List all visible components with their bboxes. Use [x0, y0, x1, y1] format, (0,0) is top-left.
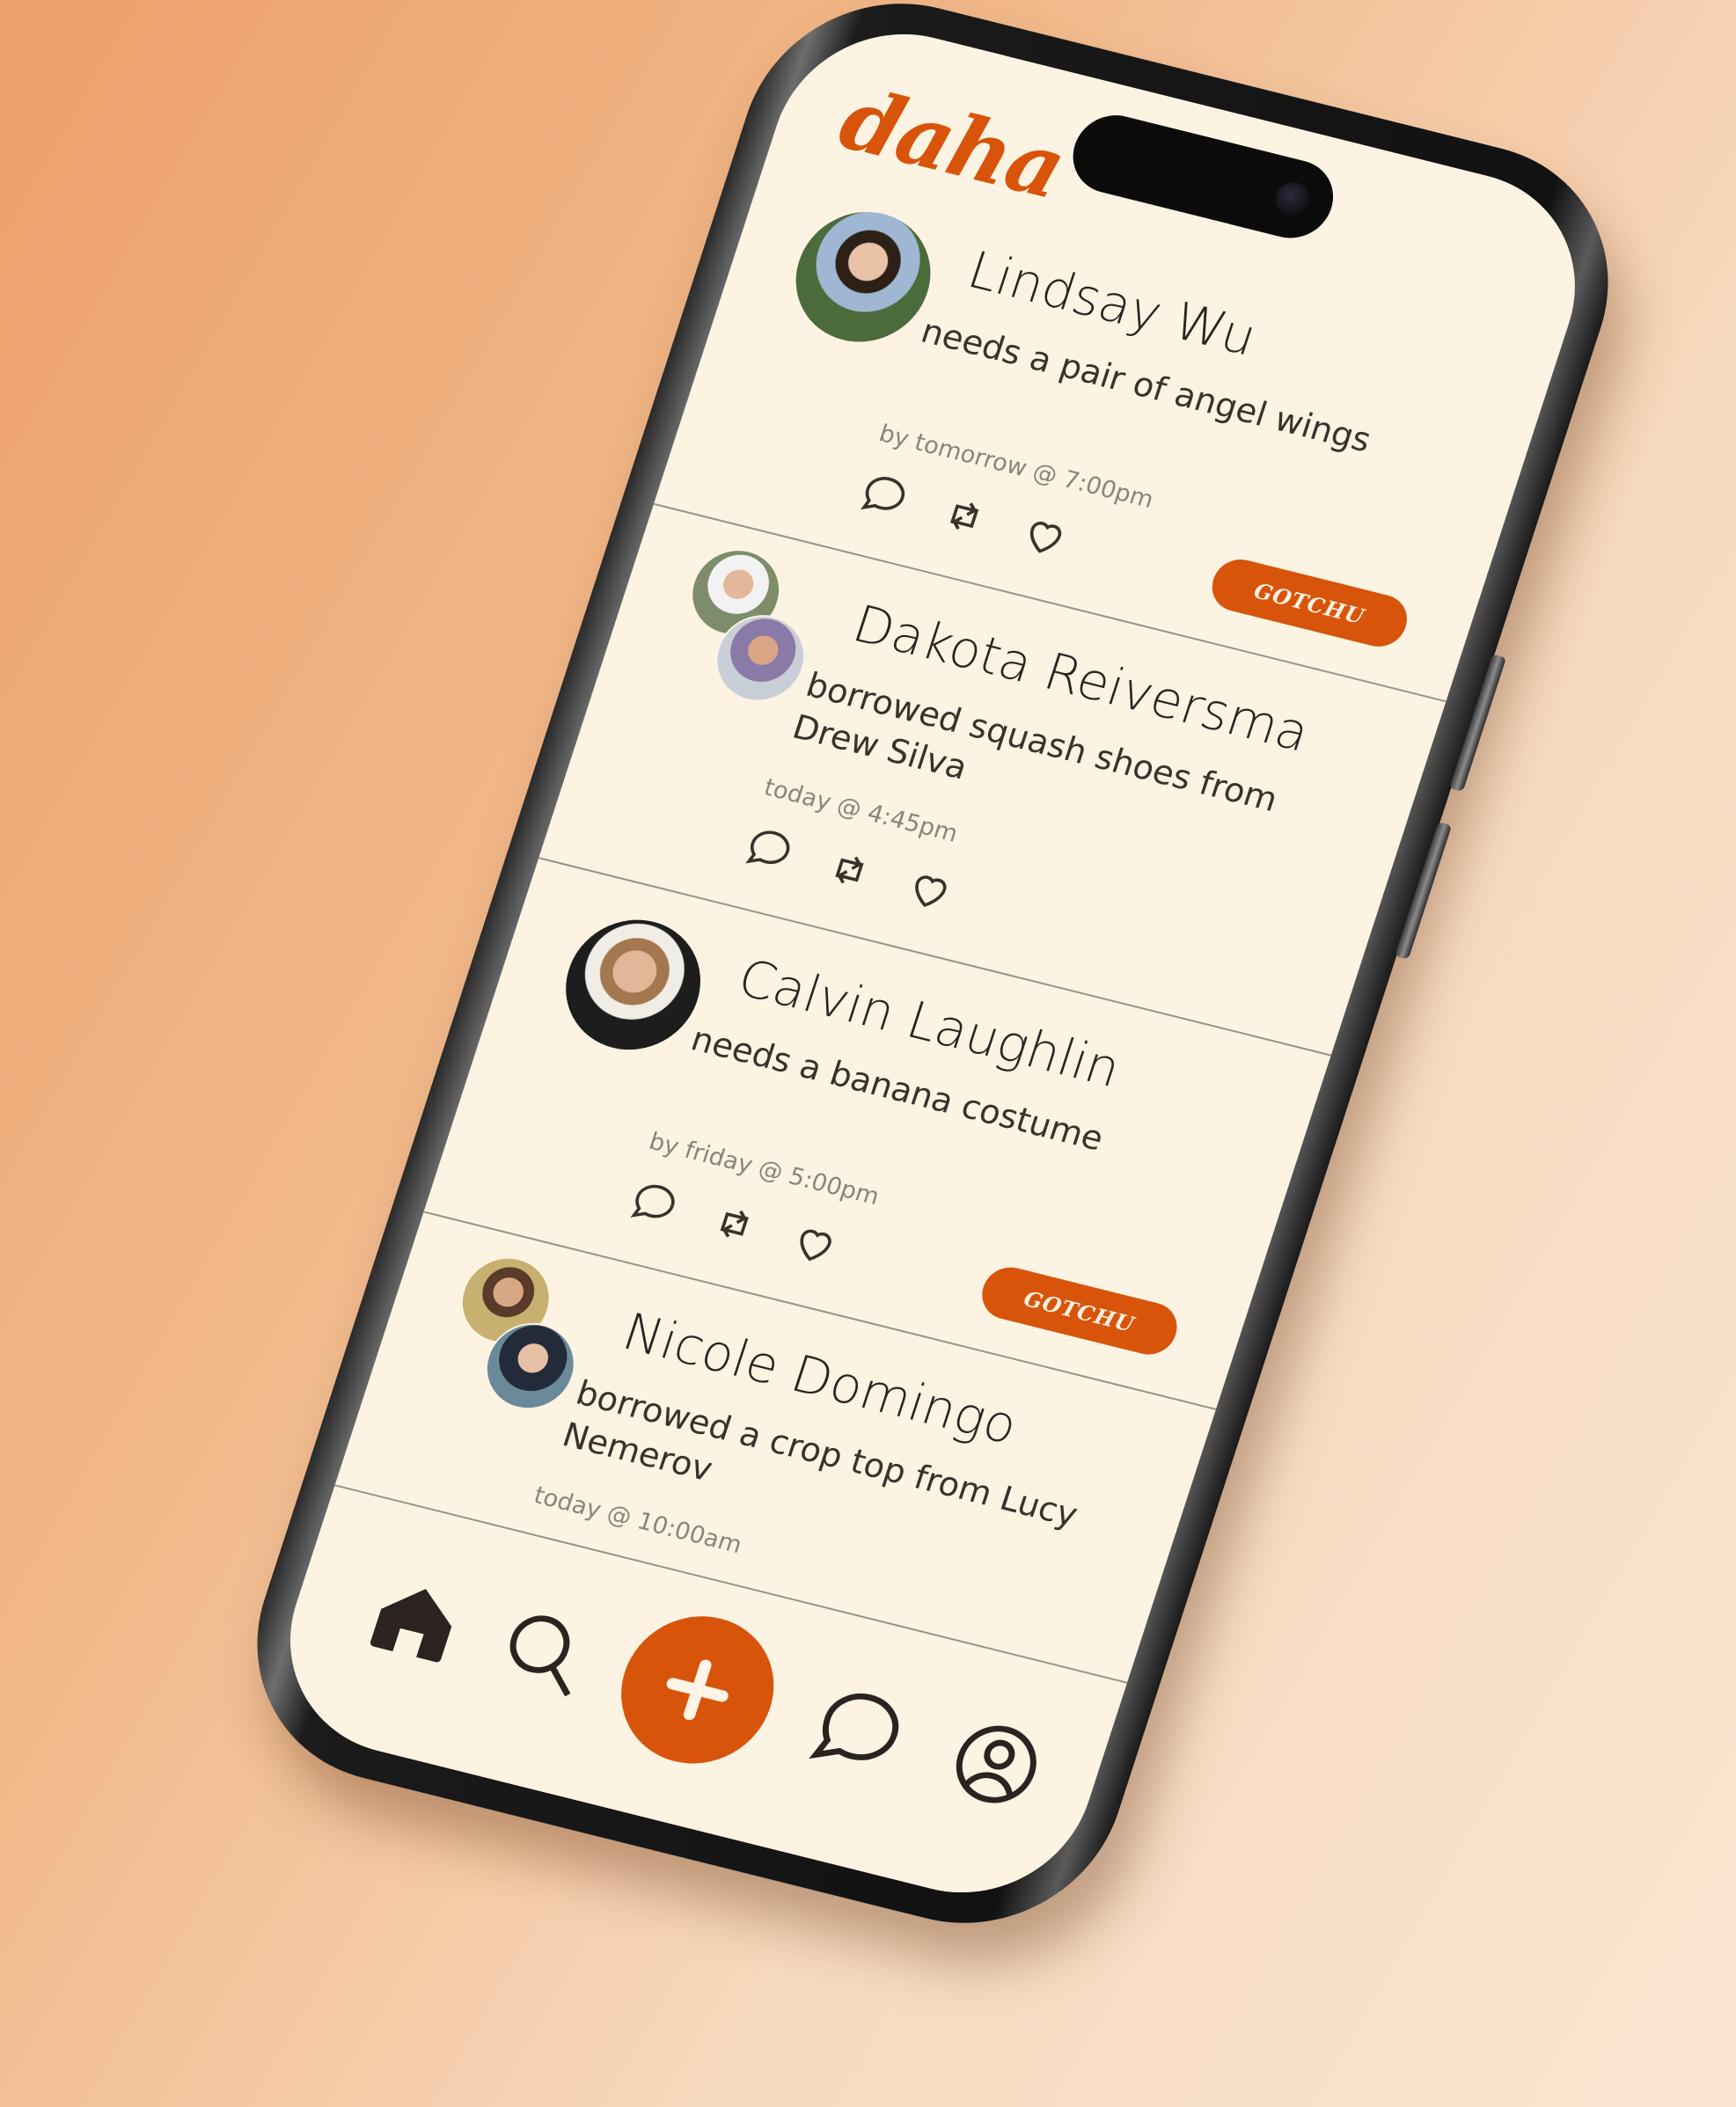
comment-icon[interactable] — [853, 468, 914, 525]
search-icon[interactable] — [482, 1594, 606, 1709]
create-post-button[interactable] — [601, 1600, 794, 1780]
profile-icon[interactable] — [934, 1707, 1058, 1822]
app-screen: daha Lindsay Wu needs a pair of angel wi… — [258, 8, 1608, 1919]
camera-icon — [1271, 179, 1315, 219]
comment-icon[interactable] — [739, 822, 800, 879]
repost-icon[interactable] — [819, 842, 880, 899]
plus-icon — [666, 1659, 729, 1721]
home-icon[interactable] — [354, 1562, 478, 1677]
heart-icon[interactable] — [1014, 508, 1075, 565]
scene: daha Lindsay Wu needs a pair of angel wi… — [0, 0, 1736, 2107]
gotchu-button[interactable]: GOTCHU — [975, 1262, 1184, 1360]
heart-icon[interactable] — [784, 1216, 845, 1273]
comment-icon[interactable] — [624, 1175, 685, 1233]
chat-icon[interactable] — [798, 1672, 922, 1788]
gotchu-button[interactable]: GOTCHU — [1205, 553, 1414, 653]
repost-icon[interactable] — [934, 487, 995, 545]
repost-icon[interactable] — [704, 1196, 765, 1253]
phone: daha Lindsay Wu needs a pair of angel wi… — [218, 0, 1647, 1955]
heart-icon[interactable] — [899, 861, 960, 918]
